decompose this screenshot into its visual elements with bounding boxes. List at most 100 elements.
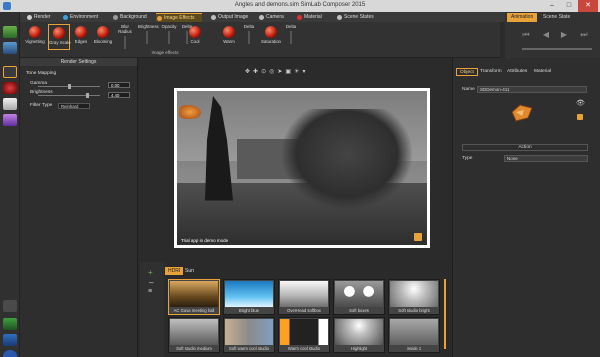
- blooming-icon: [97, 26, 109, 38]
- zoom-icon[interactable]: ⊙: [261, 69, 269, 75]
- play-back-icon[interactable]: ◀: [539, 30, 553, 40]
- options-icon[interactable]: ▾: [302, 69, 308, 75]
- hdri-item[interactable]: Soft boxes: [333, 279, 385, 315]
- panel-header: Render Settings: [20, 58, 137, 66]
- warm-button[interactable]: Warm: [218, 24, 240, 50]
- pan-icon[interactable]: ✚: [253, 69, 261, 75]
- cool-button[interactable]: Cool: [184, 24, 206, 50]
- remove-icon[interactable]: –: [149, 278, 153, 287]
- opacity-track[interactable]: [168, 31, 170, 44]
- share-icon[interactable]: [3, 318, 17, 330]
- import-icon[interactable]: [3, 42, 17, 54]
- saturation-button[interactable]: Saturation: [260, 24, 282, 50]
- gamma-slider[interactable]: [38, 84, 100, 89]
- brightness-slider[interactable]: Brightness: [138, 24, 159, 50]
- cool-icon: [189, 26, 201, 38]
- hdri-thumbnail: [335, 281, 383, 307]
- tab-object[interactable]: Object: [456, 68, 478, 76]
- opacity-slider[interactable]: Opacity: [160, 24, 178, 50]
- tab-hdri[interactable]: HDRI: [165, 267, 184, 275]
- visibility-icon[interactable]: 👁: [576, 99, 585, 107]
- object-thumbnail: [511, 104, 533, 122]
- gamma-slider-knob[interactable]: [68, 84, 71, 89]
- document-icon[interactable]: [3, 98, 17, 110]
- tab-image-effects[interactable]: Image Effects: [156, 13, 202, 22]
- hdri-scrollbar[interactable]: [444, 279, 446, 349]
- tab-sun[interactable]: Sun: [182, 267, 197, 275]
- hdri-item[interactable]: inside 1: [388, 317, 440, 353]
- tab-output-image[interactable]: Output Image: [210, 13, 254, 22]
- help-icon[interactable]: [3, 350, 17, 357]
- edges-button[interactable]: Edges: [70, 24, 92, 50]
- first-frame-icon[interactable]: ⏮: [519, 30, 533, 40]
- close-button[interactable]: ✕: [578, 0, 598, 12]
- hdri-thumbnail: [170, 281, 218, 307]
- material-icon[interactable]: [3, 82, 17, 94]
- timeline-slider[interactable]: [522, 48, 592, 50]
- selected-object[interactable]: [179, 105, 201, 119]
- window-titlebar: Angles and demons.sim SimLab Composer 20…: [0, 0, 600, 12]
- hdri-thumbnail: [390, 319, 438, 345]
- gamma-input[interactable]: 0.00: [108, 82, 130, 88]
- brightness-setting-slider[interactable]: [38, 93, 100, 98]
- render-preview[interactable]: Trial app in demo mode: [177, 91, 427, 245]
- hdri-item[interactable]: Warm cool studio: [278, 317, 330, 353]
- hdri-item[interactable]: Soft studio medium: [168, 317, 220, 353]
- maximize-button[interactable]: □: [561, 0, 577, 12]
- brightness-track[interactable]: [146, 31, 148, 44]
- vignetting-button[interactable]: Vignetting: [24, 24, 46, 50]
- info-icon[interactable]: [3, 334, 17, 346]
- window-title: Angles and demons.sim SimLab Composer 20…: [234, 2, 366, 8]
- action-header: Action: [462, 144, 588, 151]
- list-icon[interactable]: ≡: [148, 288, 152, 295]
- type-select[interactable]: None: [504, 155, 588, 162]
- saturation-delta-track[interactable]: [290, 31, 292, 44]
- filter-type-select[interactable]: Reinhard: [58, 103, 90, 109]
- vr-icon[interactable]: [3, 114, 17, 126]
- robot-model[interactable]: [282, 109, 412, 209]
- brightness-input[interactable]: 4.40: [108, 92, 130, 98]
- tab-material[interactable]: Material: [296, 13, 332, 22]
- hdri-item[interactable]: AC Gava meeting hall: [168, 279, 220, 315]
- tab-environment[interactable]: Environment: [62, 13, 104, 22]
- tab-render[interactable]: Render: [26, 13, 56, 22]
- hdri-item[interactable]: Soft warm cool studio: [223, 317, 275, 353]
- blur-radius-track[interactable]: [124, 36, 126, 49]
- lock-icon[interactable]: [414, 233, 422, 241]
- material-tab-icon: [297, 15, 302, 20]
- hdri-item[interactable]: Highlight: [333, 317, 385, 353]
- render-tab-icon: [27, 15, 32, 20]
- name-input[interactable]: SDDemon-411: [477, 86, 587, 93]
- saturation-delta-slider[interactable]: Delta: [282, 24, 300, 50]
- tab-material-props[interactable]: Material: [531, 68, 554, 76]
- warm-delta-slider[interactable]: Delta: [240, 24, 258, 50]
- tab-animation[interactable]: Animation: [507, 13, 538, 22]
- play-icon[interactable]: ▶: [557, 30, 571, 40]
- hdri-item[interactable]: OverHead softbox: [278, 279, 330, 315]
- camera-view-icon[interactable]: ▣: [285, 69, 294, 75]
- scene-icon[interactable]: [3, 26, 17, 38]
- lock-object-icon[interactable]: [577, 114, 583, 120]
- tab-transform[interactable]: Transform: [477, 68, 505, 76]
- ribbon-group-label: Image effects: [151, 50, 179, 55]
- tab-attributes[interactable]: Attributes: [504, 68, 530, 76]
- hdri-item[interactable]: Soft studio bright: [388, 279, 440, 315]
- gray-scale-button[interactable]: Gray Scale: [48, 24, 71, 50]
- hdri-sidebar: + – ≡: [140, 262, 164, 357]
- brightness-setting-knob[interactable]: [86, 93, 89, 98]
- tab-camera[interactable]: Camera: [258, 13, 292, 22]
- rotate-icon[interactable]: ✥: [245, 69, 253, 75]
- blooming-button[interactable]: Blooming: [92, 24, 114, 50]
- tab-scene-states[interactable]: Scene States: [336, 13, 380, 22]
- tab-background[interactable]: Background: [112, 13, 152, 22]
- warm-delta-track[interactable]: [248, 31, 250, 44]
- add-icon[interactable]: +: [148, 268, 153, 277]
- tab-scene-state[interactable]: Scene State: [539, 13, 574, 22]
- hdri-item[interactable]: Bright blue: [223, 279, 275, 315]
- gear-icon[interactable]: [3, 300, 17, 312]
- hdri-thumbnail: [335, 319, 383, 345]
- minimize-button[interactable]: –: [544, 0, 560, 12]
- last-frame-icon[interactable]: ⏭: [577, 30, 591, 40]
- render-icon[interactable]: [3, 66, 17, 78]
- blur-radius-slider[interactable]: Blur Radius: [116, 24, 134, 50]
